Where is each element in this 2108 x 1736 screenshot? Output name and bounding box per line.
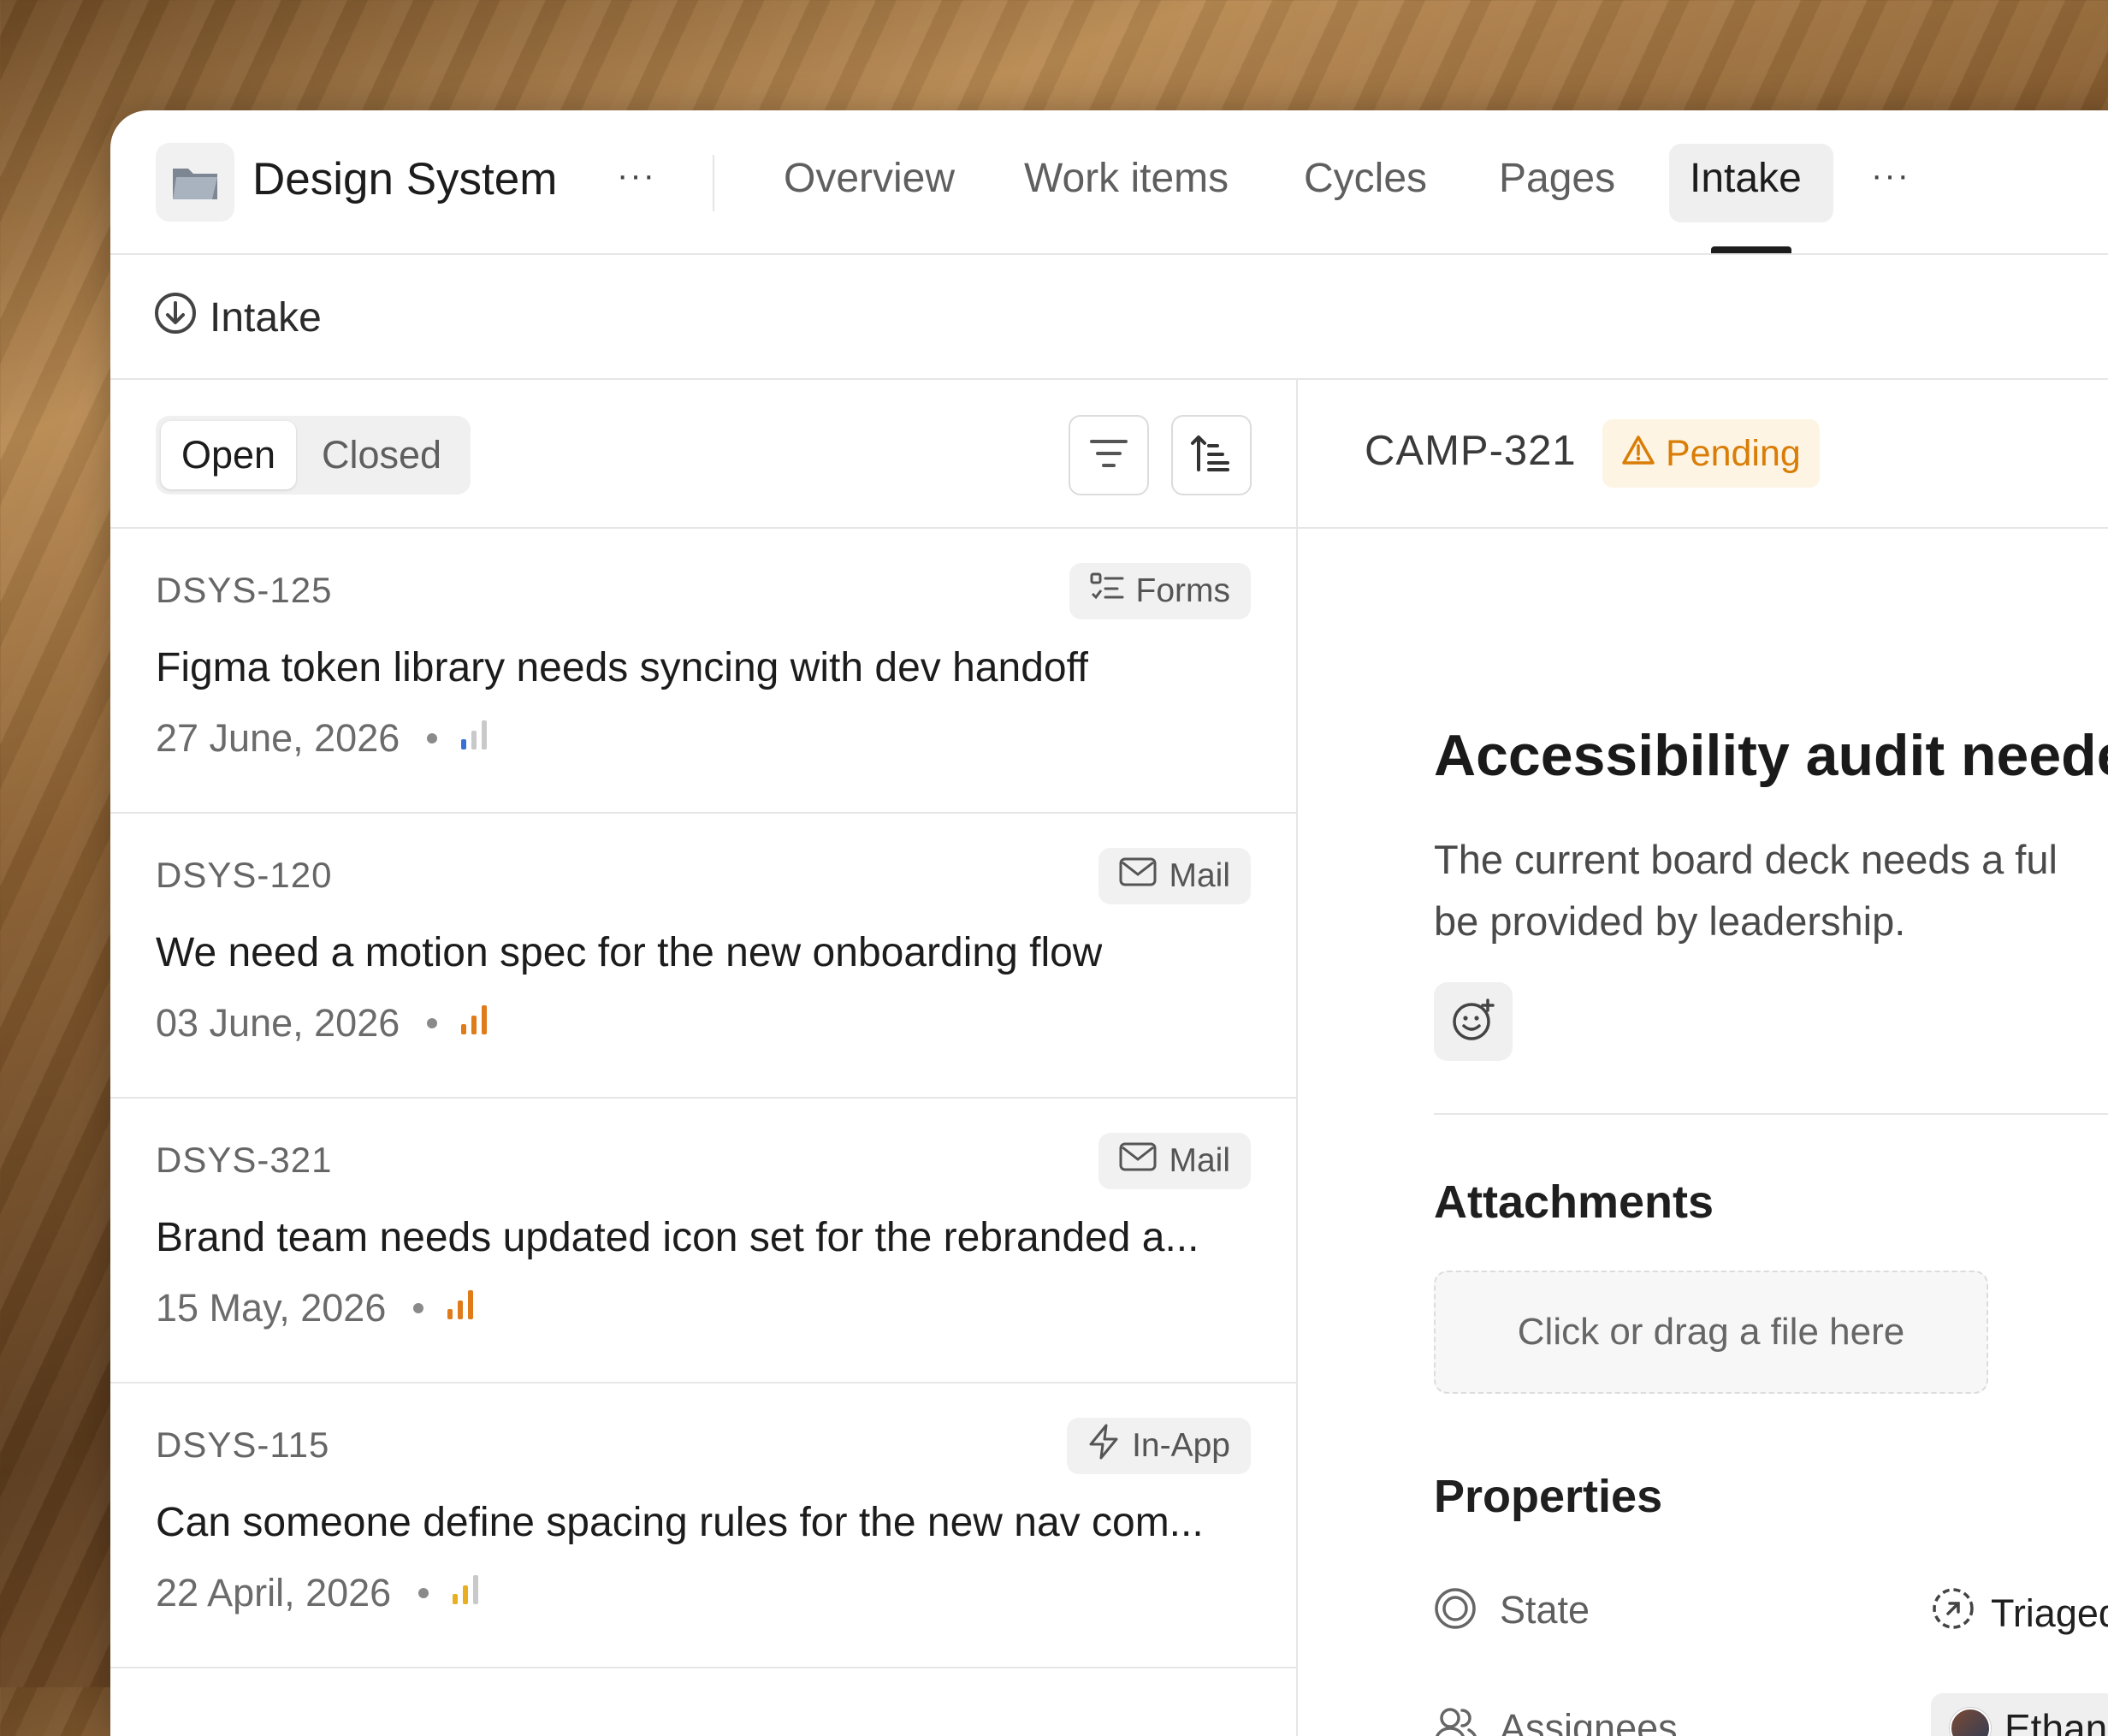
state-value[interactable]: Triaged bbox=[1931, 1586, 2108, 1640]
item-meta: 27 June, 2026 bbox=[156, 715, 490, 761]
source-label: Mail bbox=[1169, 857, 1230, 894]
item-date: 03 June, 2026 bbox=[156, 1000, 400, 1045]
item-date: 15 May, 2026 bbox=[156, 1285, 387, 1330]
meta-separator bbox=[427, 732, 438, 744]
item-date: 22 April, 2026 bbox=[156, 1570, 392, 1615]
detail-header: CAMP-321 Pending bbox=[1298, 380, 2108, 529]
closed-filter-button[interactable]: Closed bbox=[322, 421, 441, 489]
item-meta: 22 April, 2026 bbox=[156, 1570, 482, 1615]
project-title[interactable]: Design System bbox=[252, 153, 557, 205]
tab-intake[interactable]: Intake bbox=[1690, 155, 1802, 202]
section-divider bbox=[1434, 1113, 2108, 1115]
meta-separator bbox=[413, 1302, 424, 1313]
state-label: State bbox=[1500, 1588, 1590, 1632]
file-dropzone[interactable]: Click or drag a file here bbox=[1434, 1271, 1988, 1394]
open-closed-toggle: Open Closed bbox=[156, 416, 471, 495]
project-more-icon[interactable]: ··· bbox=[617, 157, 656, 195]
tab-pages[interactable]: Pages bbox=[1499, 155, 1615, 202]
app-window: Design System ··· Overview Work items Cy… bbox=[110, 110, 2108, 1736]
meta-separator bbox=[418, 1587, 429, 1598]
item-title: Figma token library needs syncing with d… bbox=[156, 645, 1089, 690]
triaged-icon bbox=[1931, 1586, 1975, 1640]
source-badge: Mail bbox=[1098, 848, 1251, 904]
item-title: Brand team needs updated icon set for th… bbox=[156, 1215, 1199, 1260]
status-label: Pending bbox=[1666, 432, 1801, 474]
priority-high-icon bbox=[459, 1000, 490, 1046]
list-item[interactable]: DSYS-125 Forms Figma token library needs… bbox=[110, 529, 1296, 814]
intake-list-panel: Open Closed DSYS-125 Forms Figma token l… bbox=[110, 380, 1298, 1736]
add-reaction-button[interactable] bbox=[1434, 982, 1513, 1061]
project-header: Design System ··· Overview Work items Cy… bbox=[110, 110, 2108, 255]
properties-title: Properties bbox=[1434, 1471, 1663, 1522]
detail-description[interactable]: The current board deck needs a ful be pr… bbox=[1434, 829, 2058, 952]
folder-icon[interactable] bbox=[156, 143, 234, 222]
item-id: DSYS-125 bbox=[156, 570, 333, 610]
meta-separator bbox=[427, 1017, 438, 1028]
sort-icon bbox=[1190, 434, 1233, 477]
sort-button[interactable] bbox=[1171, 415, 1252, 495]
filter-icon bbox=[1088, 436, 1129, 475]
filter-button[interactable] bbox=[1069, 415, 1149, 495]
lightning-icon bbox=[1087, 1424, 1120, 1468]
description-line: The current board deck needs a ful bbox=[1434, 837, 2058, 882]
priority-medium-icon bbox=[451, 1570, 482, 1615]
mail-icon bbox=[1119, 1142, 1157, 1180]
tab-cycles[interactable]: Cycles bbox=[1304, 155, 1427, 202]
source-label: In-App bbox=[1132, 1427, 1230, 1464]
priority-high-icon bbox=[446, 1285, 477, 1330]
assignees-label: Assignees bbox=[1500, 1706, 1678, 1736]
header-divider bbox=[713, 155, 714, 211]
detail-id: CAMP-321 bbox=[1365, 428, 1577, 474]
source-badge: Forms bbox=[1069, 563, 1251, 619]
state-icon bbox=[1433, 1586, 1477, 1635]
avatar bbox=[1950, 1708, 1991, 1736]
description-line: be provided by leadership. bbox=[1434, 898, 1906, 944]
item-meta: 15 May, 2026 bbox=[156, 1285, 477, 1330]
detail-panel: CAMP-321 Pending Accessibility audit nee… bbox=[1298, 380, 2108, 1736]
tab-work-items[interactable]: Work items bbox=[1024, 155, 1229, 202]
list-item[interactable]: DSYS-120 Mail We need a motion spec for … bbox=[110, 814, 1296, 1099]
form-icon bbox=[1090, 572, 1124, 611]
tabs-more-icon[interactable]: ··· bbox=[1871, 157, 1910, 195]
attachments-title: Attachments bbox=[1434, 1176, 1714, 1228]
assignee-name: Ethan Parke bbox=[2004, 1706, 2108, 1736]
item-id: DSYS-115 bbox=[156, 1425, 330, 1465]
open-filter-button[interactable]: Open bbox=[161, 421, 296, 489]
list-item[interactable]: DSYS-115 In-App Can someone define spaci… bbox=[110, 1383, 1296, 1668]
intake-icon bbox=[153, 291, 198, 340]
intake-items: DSYS-125 Forms Figma token library needs… bbox=[110, 529, 1296, 1668]
source-label: Mail bbox=[1169, 1142, 1230, 1179]
breadcrumb-label: Intake bbox=[210, 295, 322, 341]
tab-overview[interactable]: Overview bbox=[784, 155, 955, 202]
emoji-add-icon bbox=[1450, 997, 1496, 1047]
item-id: DSYS-120 bbox=[156, 855, 333, 895]
status-badge[interactable]: Pending bbox=[1602, 419, 1820, 488]
list-item[interactable]: DSYS-321 Mail Brand team needs updated i… bbox=[110, 1099, 1296, 1383]
item-title: We need a motion spec for the new onboar… bbox=[156, 930, 1103, 975]
item-date: 27 June, 2026 bbox=[156, 715, 400, 760]
source-badge: Mail bbox=[1098, 1133, 1251, 1189]
detail-title[interactable]: Accessibility audit neede bbox=[1434, 722, 2108, 789]
item-title: Can someone define spacing rules for the… bbox=[156, 1500, 1204, 1545]
active-tab-underline bbox=[1711, 246, 1791, 253]
state-value-label: Triaged bbox=[1991, 1591, 2108, 1635]
list-toolbar: Open Closed bbox=[110, 380, 1296, 529]
mail-icon bbox=[1119, 857, 1157, 895]
priority-low-icon bbox=[459, 715, 490, 761]
breadcrumb: Intake bbox=[110, 253, 2108, 380]
assignee-chip[interactable]: Ethan Parke bbox=[1931, 1693, 2108, 1736]
source-badge: In-App bbox=[1067, 1418, 1251, 1474]
item-meta: 03 June, 2026 bbox=[156, 1000, 490, 1046]
users-icon bbox=[1433, 1704, 1479, 1736]
item-id: DSYS-321 bbox=[156, 1140, 333, 1180]
warning-icon bbox=[1621, 433, 1655, 475]
source-label: Forms bbox=[1135, 572, 1231, 609]
